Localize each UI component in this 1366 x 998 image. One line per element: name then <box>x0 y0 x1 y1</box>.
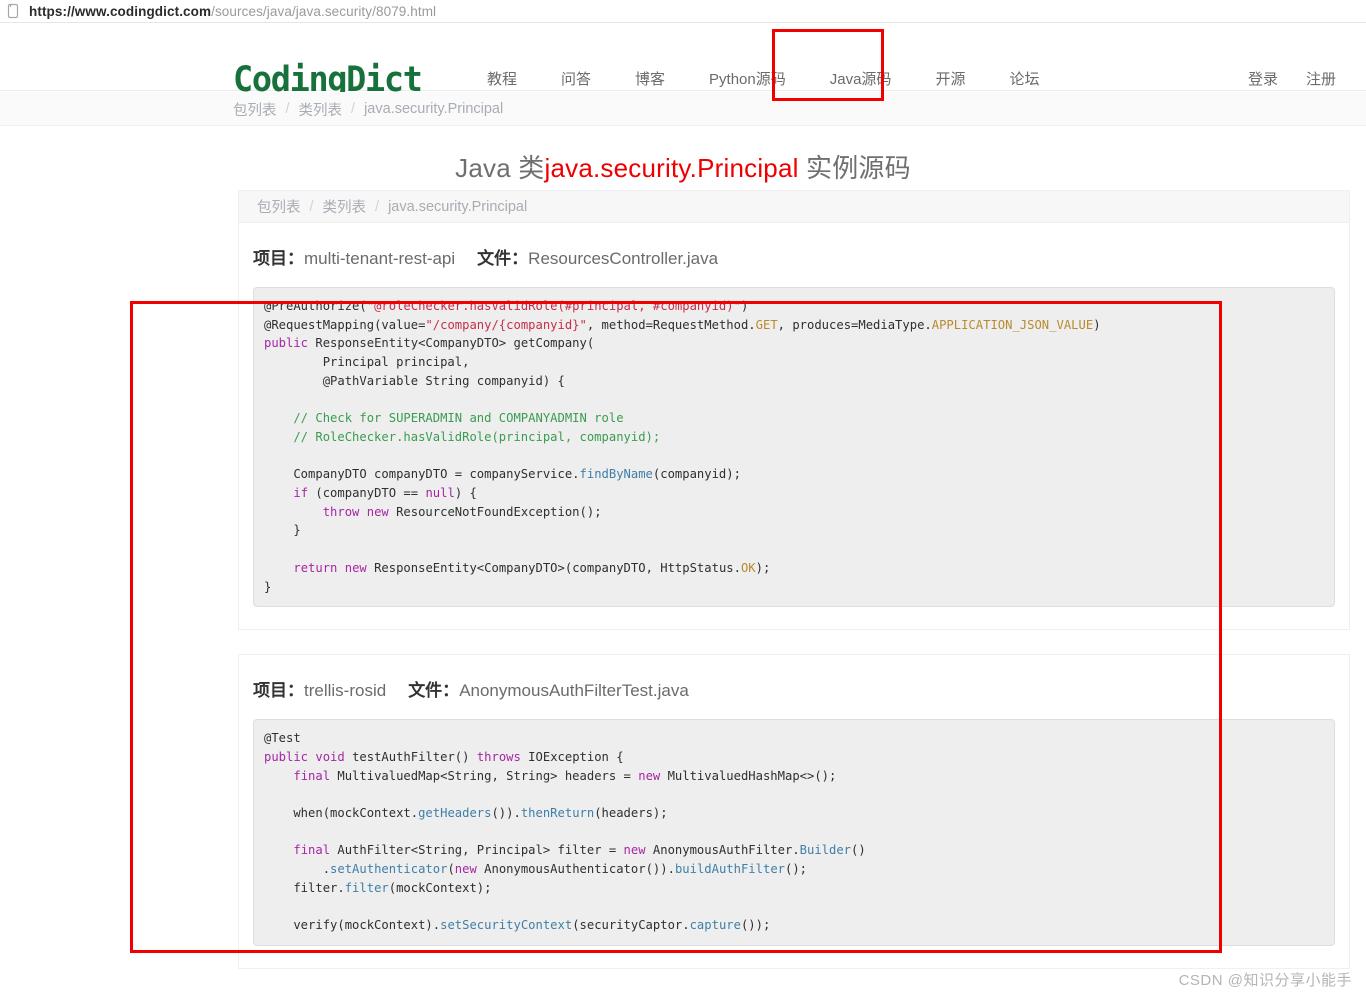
browser-url-bar[interactable]: https://www.codingdict.com/sources/java/… <box>0 0 1366 22</box>
page-title-prefix: Java 类 <box>455 153 545 183</box>
content-breadcrumb-item-classes[interactable]: 类列表 <box>323 196 367 217</box>
site-header: CodingDict 教程 问答 博客 Python源码 Java源码 开源 论… <box>0 23 1366 97</box>
main-content: 包列表 / 类列表 / java.security.Principal 项目：m… <box>238 190 1350 969</box>
breadcrumb-separator: / <box>375 198 380 215</box>
code-block[interactable]: @Test public void testAuthFilter() throw… <box>253 719 1335 946</box>
file-value: AnonymousAuthFilterTest.java <box>459 681 689 701</box>
code-block[interactable]: @PreAuthorize("@roleChecker.hasValidRole… <box>253 287 1335 608</box>
file-label: 文件： <box>408 681 460 701</box>
page-title-suffix: 实例源码 <box>798 153 911 183</box>
top-breadcrumb-item-packages[interactable]: 包列表 <box>233 99 277 120</box>
code-sample-heading: 项目：trellis-rosid 文件：AnonymousAuthFilterTe… <box>239 655 1349 719</box>
page-info-icon <box>7 3 19 19</box>
breadcrumb-separator: / <box>285 101 290 117</box>
top-breadcrumb-bar: 包列表 / 类列表 / java.security.Principal <box>0 92 1366 126</box>
top-breadcrumb-item-current[interactable]: java.security.Principal <box>364 101 503 117</box>
page-title: Java 类java.security.Principal 实例源码 <box>0 148 1366 185</box>
page-root: https://www.codingdict.com/sources/java/… <box>0 0 1366 998</box>
page-title-classname: java.security.Principal <box>544 153 799 183</box>
content-breadcrumb-item-packages[interactable]: 包列表 <box>257 196 301 217</box>
code-sample-card: 项目：trellis-rosid 文件：AnonymousAuthFilterTe… <box>238 654 1350 969</box>
content-breadcrumb-item-current[interactable]: java.security.Principal <box>388 199 527 215</box>
project-value: multi-tenant-rest-api <box>304 249 456 268</box>
project-label: 项目： <box>253 681 304 701</box>
breadcrumb-separator: / <box>309 198 314 215</box>
code-sample-card: 项目：multi-tenant-rest-api 文件：ResourcesCont… <box>238 223 1350 631</box>
url-path: /sources/java/java.security/8079.html <box>211 3 437 19</box>
breadcrumb-separator: / <box>351 101 356 117</box>
csdn-watermark: CSDN @知识分享小能手 <box>1178 972 1352 989</box>
project-value: trellis-rosid <box>304 681 387 701</box>
code-sample-heading: 项目：multi-tenant-rest-api 文件：ResourcesCont… <box>239 223 1349 287</box>
url-scheme-domain: https://www.codingdict.com <box>29 3 212 19</box>
project-label: 项目： <box>253 249 304 268</box>
content-breadcrumb: 包列表 / 类列表 / java.security.Principal <box>238 190 1350 223</box>
top-breadcrumb: 包列表 / 类列表 / java.security.Principal <box>233 92 503 126</box>
top-breadcrumb-item-classes[interactable]: 类列表 <box>299 99 343 120</box>
url-text: https://www.codingdict.com/sources/java/… <box>29 4 436 19</box>
file-label: 文件： <box>477 249 529 268</box>
file-value: ResourcesController.java <box>528 249 719 268</box>
